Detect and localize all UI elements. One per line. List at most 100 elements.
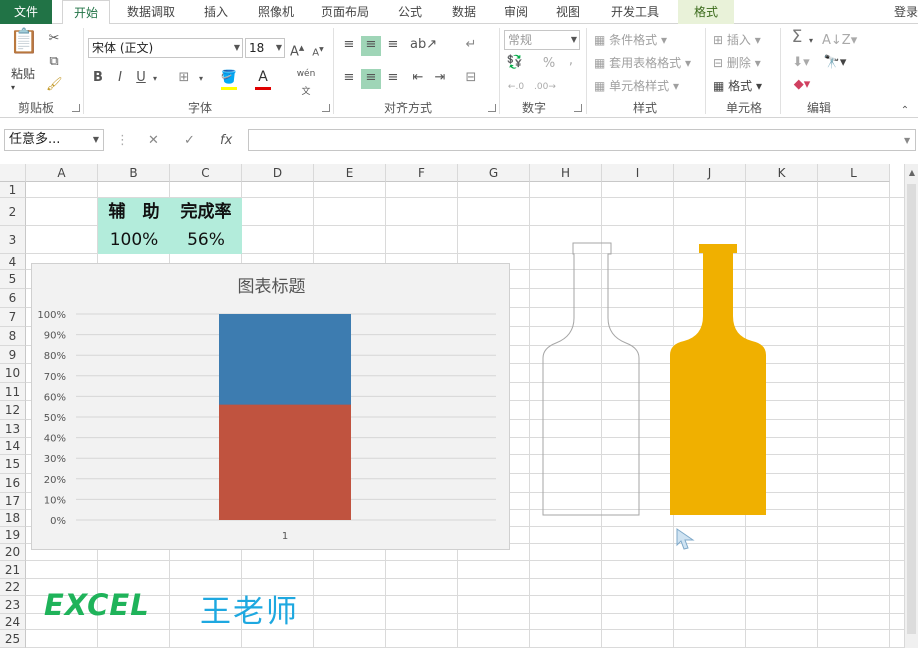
row-header-10[interactable]: 10 xyxy=(0,364,26,383)
row-header-11[interactable]: 11 xyxy=(0,383,26,401)
decrease-indent-icon[interactable]: ⇤ xyxy=(409,69,427,87)
column-header-k[interactable]: K xyxy=(746,164,818,182)
tab-5[interactable]: 页面布局 xyxy=(312,0,378,24)
tab-8[interactable]: 审阅 xyxy=(494,0,538,24)
fill-color-icon[interactable]: 🪣 xyxy=(220,69,238,87)
row-header-4[interactable]: 4 xyxy=(0,254,26,270)
format-painter-icon[interactable]: 🖌 xyxy=(46,76,63,94)
tab-9[interactable]: 视图 xyxy=(546,0,590,24)
paste-dropdown-icon[interactable]: ▾ xyxy=(11,78,15,98)
cell-b2[interactable]: 辅 助 xyxy=(98,198,170,226)
italic-button[interactable]: I xyxy=(114,69,126,87)
filled-bottle-shape[interactable] xyxy=(670,244,766,515)
border-icon[interactable]: ⊞ xyxy=(176,69,192,87)
align-middle-icon[interactable]: ≡ xyxy=(361,36,381,56)
row-header-7[interactable]: 7 xyxy=(0,308,26,327)
font-color-icon[interactable]: A xyxy=(256,68,270,86)
percent-button[interactable]: % xyxy=(540,55,558,73)
row-header-6[interactable]: 6 xyxy=(0,289,26,308)
insert-cells-button[interactable]: ⊞ 插入 ▾ xyxy=(713,30,761,50)
align-top-icon[interactable]: ≡ xyxy=(340,36,358,54)
decrease-decimal-icon[interactable]: .00→ xyxy=(534,78,556,96)
phonetic-icon[interactable]: wén 文 xyxy=(296,65,316,101)
row-header-21[interactable]: 21 xyxy=(0,561,26,579)
row-header-24[interactable]: 24 xyxy=(0,614,26,630)
scroll-thumb[interactable] xyxy=(907,184,916,634)
bar-series-2[interactable] xyxy=(219,404,351,520)
row-header-25[interactable]: 25 xyxy=(0,630,26,648)
row-header-20[interactable]: 20 xyxy=(0,544,26,561)
format-cells-button[interactable]: ▦ 格式 ▾ xyxy=(713,76,762,96)
increase-font-icon[interactable]: A▲ xyxy=(290,39,304,61)
column-header-d[interactable]: D xyxy=(242,164,314,182)
increase-indent-icon[interactable]: ⇥ xyxy=(431,69,449,87)
align-right-icon[interactable]: ≡ xyxy=(384,69,402,87)
row-header-1[interactable]: 1 xyxy=(0,182,26,198)
table-format-button[interactable]: ▦ 套用表格格式 ▾ xyxy=(594,53,691,73)
column-header-f[interactable]: F xyxy=(386,164,458,182)
align-launcher-icon[interactable] xyxy=(488,104,496,112)
tab-1[interactable]: 开始 xyxy=(62,0,110,25)
cell-c3[interactable]: 56% xyxy=(170,226,242,254)
bold-button[interactable]: B xyxy=(92,69,104,87)
column-header-a[interactable]: A xyxy=(26,164,98,182)
number-launcher-icon[interactable] xyxy=(574,104,582,112)
align-center-icon[interactable]: ≡ xyxy=(361,69,381,89)
tab-11[interactable]: 格式 xyxy=(678,0,734,24)
fill-icon[interactable]: ⬇▾ xyxy=(788,54,814,72)
sort-filter-icon[interactable]: A↓Z▾ xyxy=(822,32,857,50)
merge-center-icon[interactable]: ⊟ xyxy=(462,69,480,87)
number-format-combo[interactable]: 常规 ▼ xyxy=(504,30,580,50)
scroll-up-icon[interactable]: ▲ xyxy=(905,166,918,180)
font-launcher-icon[interactable] xyxy=(322,104,330,112)
underline-button[interactable]: U xyxy=(135,69,147,87)
font-name-combo[interactable]: 宋体 (正文) ▼ xyxy=(88,38,243,58)
cell-styles-button[interactable]: ▦ 单元格样式 ▾ xyxy=(594,76,679,96)
tab-0[interactable]: 文件 xyxy=(0,0,52,24)
column-header-j[interactable]: J xyxy=(674,164,746,182)
cut-icon[interactable]: ✂ xyxy=(46,30,62,48)
column-header-i[interactable]: I xyxy=(602,164,674,182)
wrap-text-icon[interactable]: ↵ xyxy=(462,36,480,54)
autosum-dropdown-icon[interactable]: ▾ xyxy=(806,32,816,50)
clear-icon[interactable]: ◆▾ xyxy=(788,76,816,94)
row-header-13[interactable]: 13 xyxy=(0,420,26,438)
chart-area[interactable]: 图表标题 0% 10% 20% 30% 40% 50% 60% 70% 80% 90% 100% 1 xyxy=(31,263,510,550)
font-size-combo[interactable]: 18 ▼ xyxy=(245,38,285,58)
vertical-scrollbar[interactable]: ▲ xyxy=(904,164,918,648)
row-header-18[interactable]: 18 xyxy=(0,510,26,527)
align-bottom-icon[interactable]: ≡ xyxy=(384,36,402,54)
formula-input[interactable] xyxy=(248,129,916,151)
tab-6[interactable]: 公式 xyxy=(386,0,434,24)
cell-b3[interactable]: 100% xyxy=(98,226,170,254)
delete-cells-button[interactable]: ⊟ 删除 ▾ xyxy=(713,53,761,73)
row-header-16[interactable]: 16 xyxy=(0,474,26,493)
row-header-5[interactable]: 5 xyxy=(0,270,26,289)
border-dropdown-icon[interactable]: ▾ xyxy=(196,70,206,88)
row-header-22[interactable]: 22 xyxy=(0,579,26,596)
column-header-c[interactable]: C xyxy=(170,164,242,182)
row-header-19[interactable]: 19 xyxy=(0,527,26,544)
align-left-icon[interactable]: ≡ xyxy=(340,69,358,87)
row-header-17[interactable]: 17 xyxy=(0,493,26,510)
column-header-l[interactable]: L xyxy=(818,164,890,182)
paste-icon[interactable]: 📋 xyxy=(9,29,39,64)
enter-icon[interactable]: ✓ xyxy=(184,131,195,151)
column-header-e[interactable]: E xyxy=(314,164,386,182)
name-box[interactable]: 任意多... ▼ xyxy=(4,129,104,151)
orientation-icon[interactable]: ab↗ xyxy=(410,36,437,54)
login-link[interactable]: 登录 xyxy=(894,0,918,24)
clipboard-launcher-icon[interactable] xyxy=(72,104,80,112)
cell-c2[interactable]: 完成率 xyxy=(170,198,242,226)
row-header-14[interactable]: 14 xyxy=(0,438,26,455)
tab-3[interactable]: 插入 xyxy=(192,0,240,24)
column-header-h[interactable]: H xyxy=(530,164,602,182)
column-header-b[interactable]: B xyxy=(98,164,170,182)
increase-decimal-icon[interactable]: ←.0 xyxy=(506,78,526,96)
conditional-format-button[interactable]: ▦ 条件格式 ▾ xyxy=(594,30,667,50)
comma-button[interactable]: , xyxy=(566,52,576,70)
accounting-icon[interactable]: 💱 xyxy=(506,54,524,72)
tab-4[interactable]: 照像机 xyxy=(248,0,304,24)
row-header-3[interactable]: 3 xyxy=(0,226,26,254)
underline-dropdown-icon[interactable]: ▾ xyxy=(150,70,160,88)
